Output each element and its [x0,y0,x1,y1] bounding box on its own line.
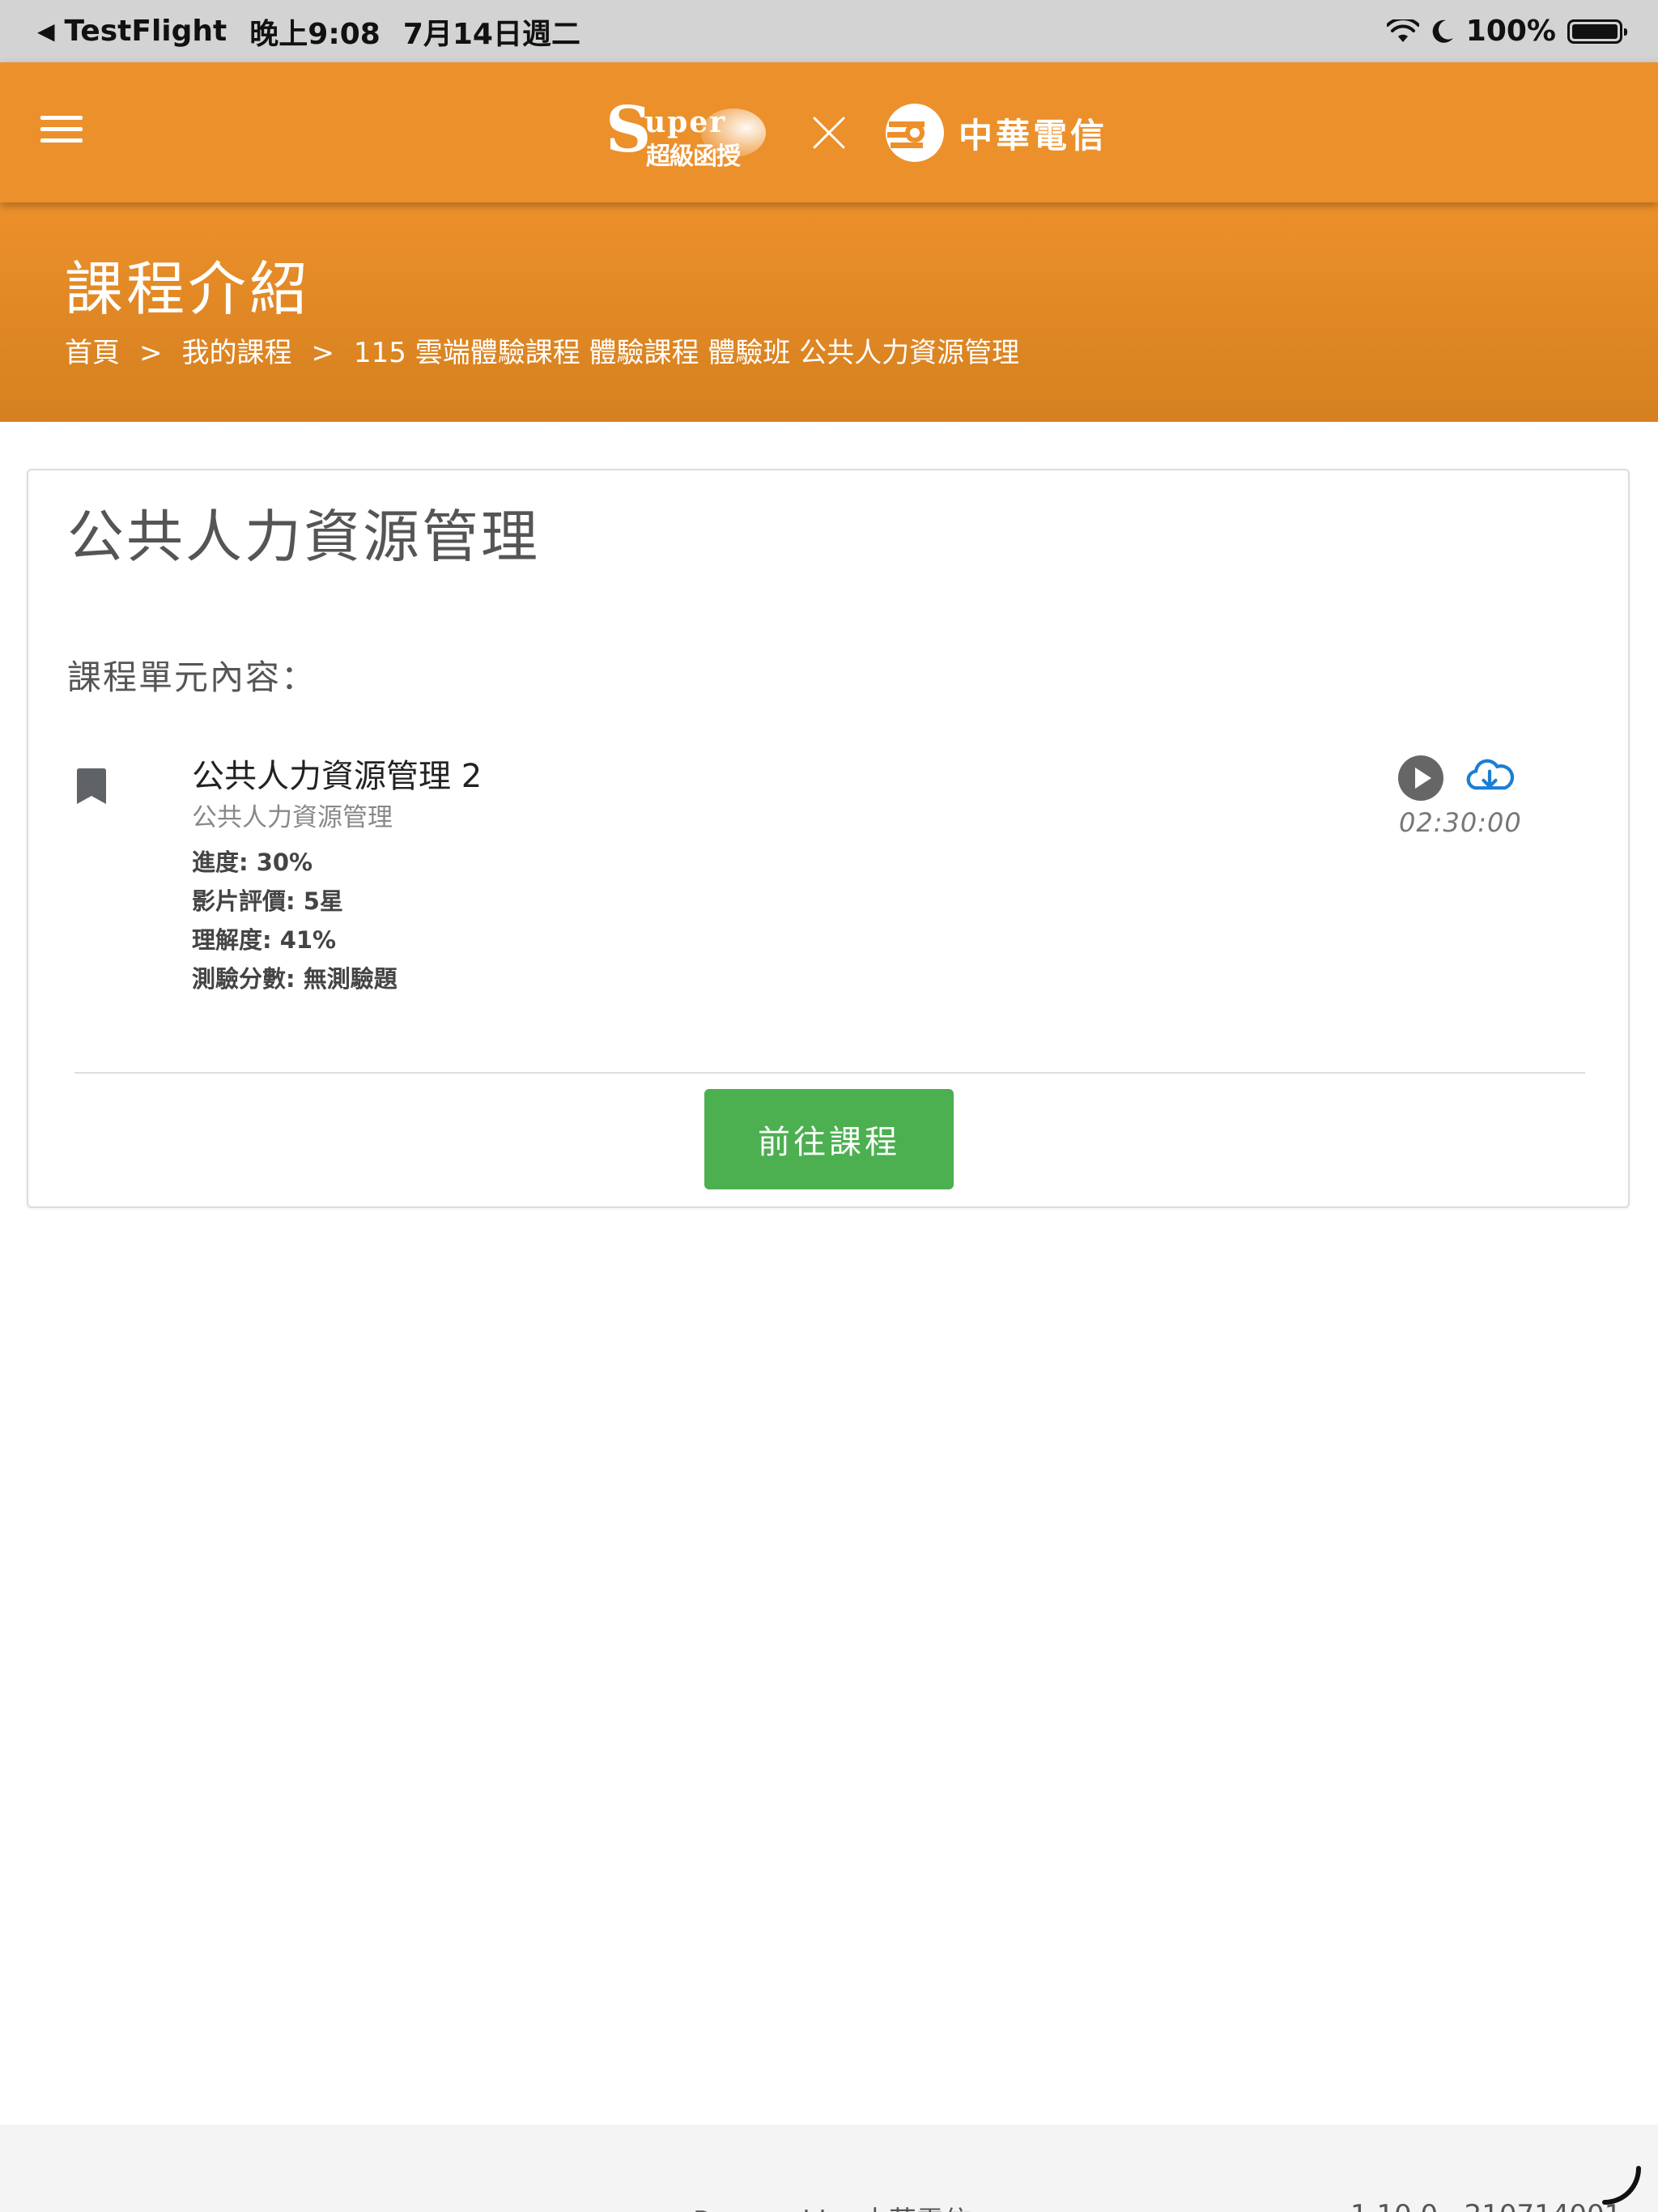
brand-logos: S uper 超級函授 中華電信 [606,97,1107,172]
unit-duration: 02:30:00 [1399,807,1522,838]
page-title: 課程介紹 [65,255,312,323]
top-nav-bar: S uper 超級函授 中華電信 [0,62,1658,202]
unit-quiz-score: 測驗分數: 無測驗題 [192,965,397,993]
breadcrumb-current: 115 雲端體驗課程 體驗課程 體驗班 公共人力資源管理 [354,337,1020,369]
status-date: 7月14日週二 [402,17,580,51]
footer-version: 1.10.0 · 210714001 [1350,2199,1622,2212]
battery-level [1572,23,1618,39]
unit-title[interactable]: 公共人力資源管理 2 [192,754,482,799]
breadcrumb-my-courses[interactable]: 我的課程 [182,334,292,372]
breadcrumb: 首頁 > 我的課程 > 115 雲端體驗課程 體驗課程 體驗班 公共人力資源管理 [65,334,1019,372]
status-time: 晚上9:08 [249,17,380,51]
unit-rating: 影片評價: 5星 [192,887,343,915]
unit-comprehension: 理解度: 41% [192,926,337,954]
wifi-icon [1386,19,1419,42]
footer: Powered by 中華電信 1.10.0 · 210714001 [0,2125,1658,2212]
page-banner: 課程介紹 首頁 > 我的課程 > 115 雲端體驗課程 體驗課程 體驗班 公共人… [0,202,1658,422]
super-logo: S uper 超級函授 [606,97,777,171]
course-unit-item: 公共人力資源管理 2 公共人力資源管理 進度: 30% 影片評價: 5星 理解度… [28,755,1628,1005]
course-title: 公共人力資源管理 [67,504,540,570]
card-divider [74,1072,1585,1074]
breadcrumb-home[interactable]: 首頁 [65,334,120,372]
cross-icon [813,117,845,149]
footer-powered-by: Powered by 中華電信 [693,2199,971,2212]
breadcrumb-separator: > [311,337,335,369]
cht-emblem-icon [886,104,944,162]
back-app-label[interactable]: TestFlight [65,15,227,48]
battery-icon [1567,19,1627,44]
loading-spinner-icon [1602,2166,1641,2205]
status-left: ◀ TestFlight 晚上9:08 7月14日週二 [37,0,580,62]
cht-logo: 中華電信 [881,99,1107,167]
unit-actions: 02:30:00 [1397,755,1522,838]
moon-icon [1432,19,1453,43]
status-right: 100% [1386,0,1627,62]
unit-subtitle: 公共人力資源管理 [192,803,393,832]
back-arrow-icon[interactable]: ◀ [37,18,55,45]
go-to-course-button[interactable]: 前往課程 [704,1089,954,1189]
battery-percent: 100% [1465,15,1556,48]
play-circle-icon[interactable] [1397,755,1444,801]
cloud-download-icon[interactable] [1465,755,1514,801]
status-bar: ◀ TestFlight 晚上9:08 7月14日週二 100% [0,0,1658,62]
hamburger-menu-icon[interactable] [40,116,84,148]
bookmark-icon[interactable] [75,768,108,806]
unit-section-label: 課程單元內容： [67,657,317,697]
course-card: 公共人力資源管理 課程單元內容： 公共人力資源管理 2 公共人力資源管理 進度:… [27,469,1630,1208]
unit-progress: 進度: 30% [192,849,313,876]
breadcrumb-separator: > [139,337,163,369]
